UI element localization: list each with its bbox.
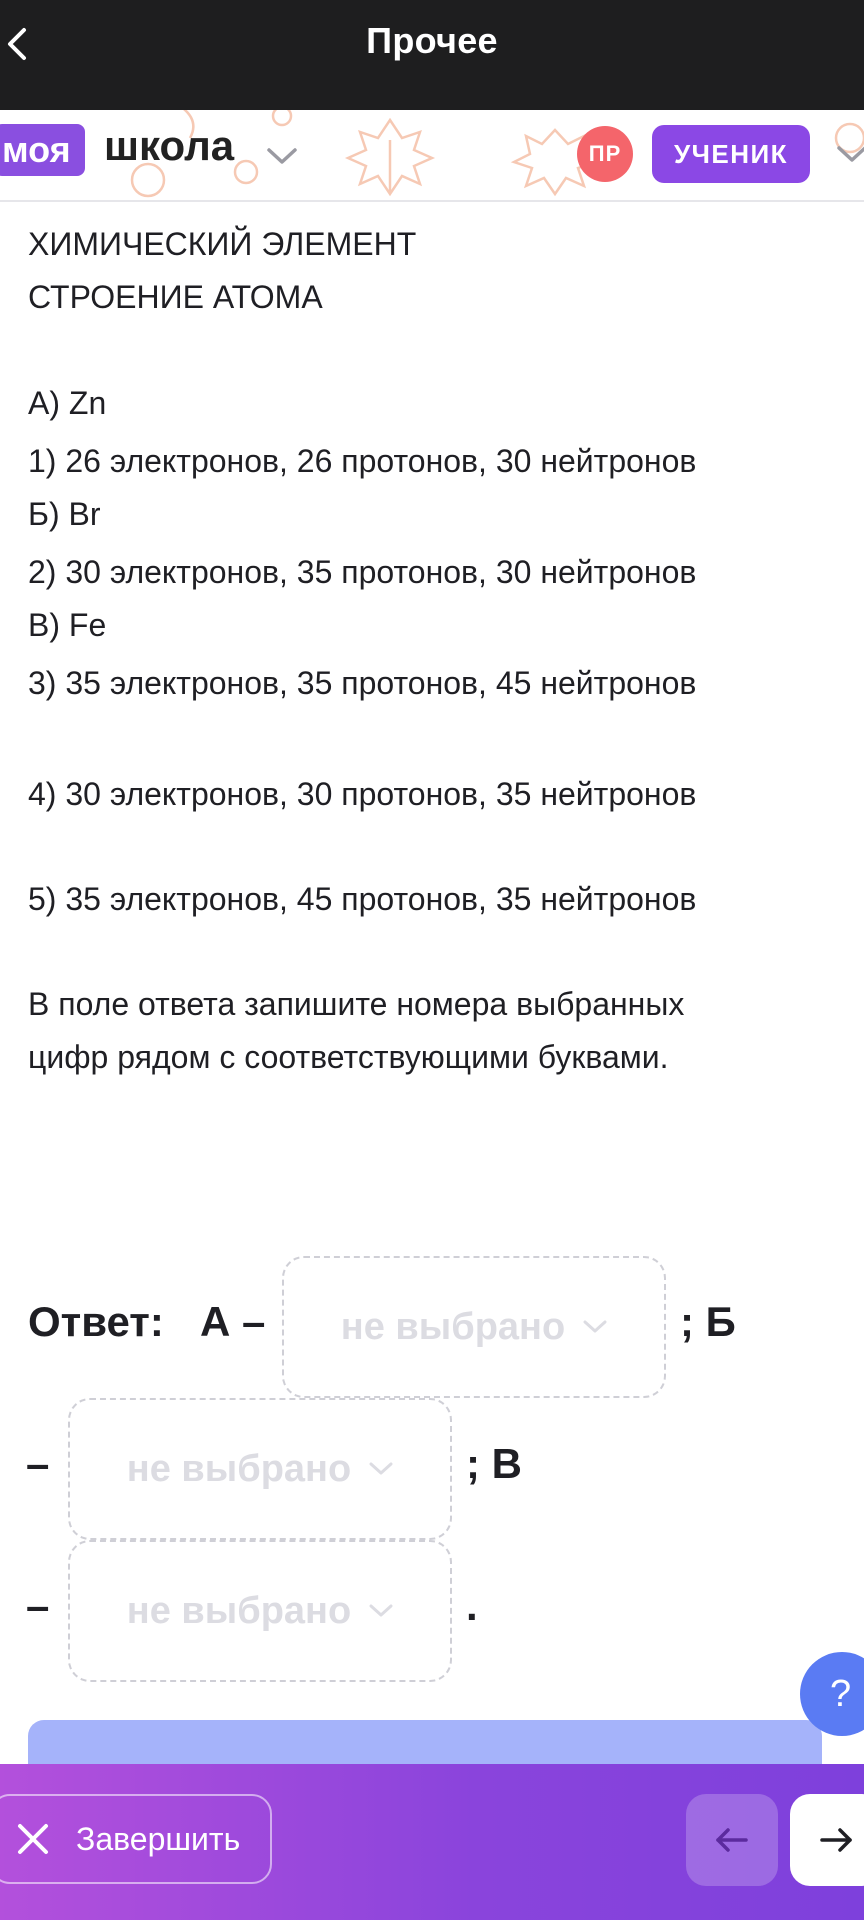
finish-label: Завершить [76, 1820, 241, 1857]
task-line: 5) 35 электронов, 45 протонов, 35 нейтро… [28, 881, 697, 917]
close-icon [16, 1822, 50, 1856]
answer-separator-b: ; Б [680, 1298, 736, 1345]
bottom-bar: Завершить [0, 1764, 864, 1920]
answer-select-c[interactable]: не выбрано [68, 1540, 452, 1682]
answer-label: Ответ: [28, 1298, 164, 1345]
select-value: не выбрано [340, 1305, 566, 1348]
instruction-line: цифр рядом с соответствующими буквами. [28, 1039, 669, 1075]
chevron-down-icon[interactable] [266, 146, 298, 166]
task-line [28, 821, 828, 873]
task-text: ХИМИЧЕСКИЙ ЭЛЕМЕНТ СТРОЕНИЕ АТОМА А) Zn … [28, 218, 828, 926]
task-line: Б) Br [28, 496, 101, 532]
answer-dash-b: – [26, 1440, 50, 1487]
task-instruction: В поле ответа запишите номера выбранных … [28, 978, 828, 1084]
finish-button[interactable]: Завершить [0, 1794, 272, 1884]
previous-button[interactable] [686, 1794, 778, 1886]
task-line [28, 324, 828, 377]
logo-shkola: школа [104, 122, 235, 169]
select-value: не выбрано [126, 1589, 352, 1632]
task-line: 2) 30 электронов, 35 протонов, 30 нейтро… [28, 554, 697, 590]
school-header: моя школа ПР УЧЕНИК [0, 110, 864, 202]
task-line: 4) 30 электронов, 30 протонов, 35 нейтро… [28, 776, 697, 812]
answer-select-b[interactable]: не выбрано [68, 1398, 452, 1540]
answer-end-mark: . [466, 1582, 478, 1629]
answer-letter-a: А – [200, 1298, 266, 1345]
avatar[interactable]: ПР [577, 126, 633, 182]
help-icon: ? [830, 1672, 852, 1715]
top-bar: Прочее [0, 0, 864, 110]
select-value: не выбрано [126, 1447, 352, 1490]
task-line: ХИМИЧЕСКИЙ ЭЛЕМЕНТ [28, 226, 417, 262]
arrow-right-icon [820, 1828, 852, 1852]
task-line: СТРОЕНИЕ АТОМА [28, 279, 323, 315]
task-line: В) Fe [28, 607, 107, 643]
task-line: А) Zn [28, 385, 107, 421]
answer-dash-c: – [26, 1582, 50, 1629]
instruction-line: В поле ответа запишите номера выбранных [28, 986, 685, 1022]
next-button[interactable] [790, 1794, 864, 1886]
chevron-down-icon [369, 1604, 393, 1617]
chevron-down-icon [583, 1320, 607, 1333]
task-line: 3) 35 электронов, 35 протонов, 45 нейтро… [28, 665, 697, 701]
answer-separator-c: ; В [466, 1440, 522, 1487]
task-line [28, 710, 828, 768]
arrow-left-icon [716, 1828, 748, 1852]
answer-select-a[interactable]: не выбрано [282, 1256, 666, 1398]
page-title: Прочее [366, 20, 498, 61]
role-badge[interactable]: УЧЕНИК [652, 125, 810, 183]
chevron-down-icon[interactable] [836, 144, 864, 164]
task-line: 1) 26 электронов, 26 протонов, 30 нейтро… [28, 443, 697, 479]
logo-moya: моя [0, 124, 85, 176]
chevron-down-icon [369, 1462, 393, 1475]
